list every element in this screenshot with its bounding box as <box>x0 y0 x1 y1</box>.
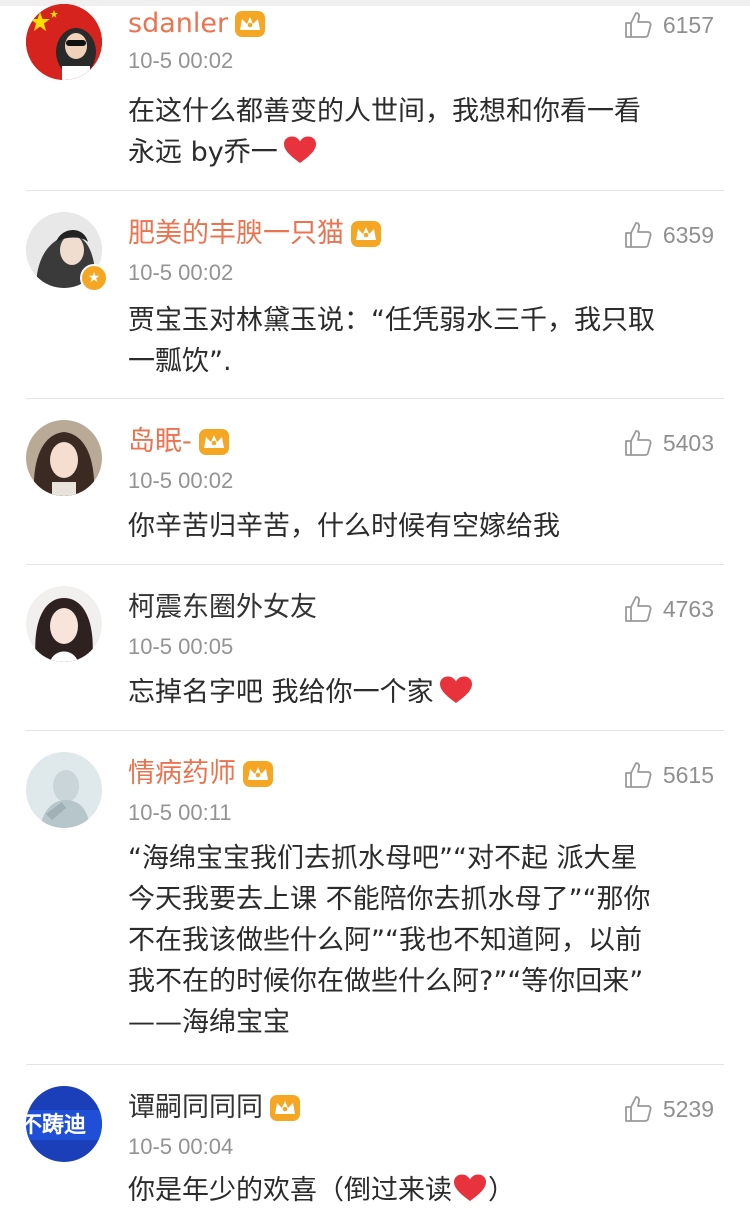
thumbs-up-icon <box>624 12 652 38</box>
comment-line: “海绵宝宝我们去抓水母吧”“对不起 派大星 <box>128 843 638 874</box>
comment-line-end: ） <box>488 1175 515 1206</box>
avatar[interactable] <box>26 4 102 80</box>
thumbs-up-icon <box>624 222 652 248</box>
comment-line: 我不在的时候你在做些什么阿?”“等你回来” <box>128 966 644 997</box>
comment-item: 柯震东圈外女友 10-5 00:05 4763 忘掉名字吧 我给你一个家 <box>0 564 750 730</box>
like-button[interactable]: 6359 <box>623 220 714 250</box>
like-count: 5403 <box>662 429 714 456</box>
vip-crown-icon <box>234 10 266 38</box>
vip-crown-icon <box>269 1094 301 1122</box>
like-button[interactable]: 5239 <box>623 1094 714 1124</box>
username[interactable]: 岛眠- <box>128 424 230 460</box>
comment-line: 忘掉名字吧 我给你一个家 <box>128 677 434 708</box>
comment-text: 贾宝玉对林黛玉说：“任凭弱水三千，我只取 一瓢饮”. <box>128 300 726 382</box>
username-text[interactable]: 情病药师 <box>128 756 236 792</box>
comment-line: 贾宝玉对林黛玉说：“任凭弱水三千，我只取 <box>128 305 655 336</box>
avatar[interactable] <box>26 420 102 496</box>
avatar-text: 不踌迪 <box>26 1113 86 1138</box>
like-count: 5239 <box>662 1095 714 1122</box>
heart-icon <box>452 1173 488 1203</box>
comment-text: “海绵宝宝我们去抓水母吧”“对不起 派大星 今天我要去上课 不能陪你去抓水母了”… <box>128 838 726 1043</box>
avatar[interactable] <box>26 752 102 828</box>
comment-text: 忘掉名字吧 我给你一个家 <box>128 672 726 713</box>
comment-line: 你是年少的欢喜（倒过来读 <box>128 1175 452 1206</box>
comment-time: 10-5 00:02 <box>128 48 234 73</box>
comment-item: 情病药师 10-5 00:11 5615 “海绵宝宝我们去抓水母吧”“对不起 派… <box>0 730 750 1064</box>
username[interactable]: 肥美的丰腴一只猫 <box>128 216 382 252</box>
heart-icon <box>438 675 474 705</box>
comment-line: 你辛苦归辛苦，什么时候有空嫁给我 <box>128 511 560 542</box>
username-text[interactable]: 肥美的丰腴一只猫 <box>128 216 344 252</box>
comment-time: 10-5 00:02 <box>128 260 234 285</box>
like-count: 6359 <box>662 221 714 248</box>
like-count: 6157 <box>662 11 714 38</box>
comment-line: 永远 by乔一 <box>128 137 278 168</box>
heart-icon <box>282 135 318 165</box>
comment-time: 10-5 00:04 <box>128 1134 234 1159</box>
comment-text: 你是年少的欢喜（倒过来读 ） <box>128 1170 726 1211</box>
comment-item: 岛眠- 10-5 00:02 5403 你辛苦归辛苦，什么时候有空嫁给我 <box>0 398 750 564</box>
username-text[interactable]: sdanler <box>128 6 228 42</box>
comment-item: sdanler 10-5 00:02 6157 在这什么都善变的人世间，我想和你… <box>0 0 750 190</box>
like-button[interactable]: 4763 <box>623 594 714 624</box>
comment-text: 你辛苦归辛苦，什么时候有空嫁给我 <box>128 506 726 547</box>
username[interactable]: sdanler <box>128 6 266 42</box>
vip-crown-icon <box>242 760 274 788</box>
comment-item: ★ 肥美的丰腴一只猫 10-5 00:02 6359 贾宝玉对林黛玉说：“任凭弱… <box>0 190 750 398</box>
like-count: 5615 <box>662 761 714 788</box>
comment-line: 一瓢饮”. <box>128 346 232 377</box>
username-text[interactable]: 柯震东圈外女友 <box>128 590 317 626</box>
username[interactable]: 柯震东圈外女友 <box>128 590 317 626</box>
verified-badge-icon: ★ <box>80 264 108 292</box>
like-button[interactable]: 5403 <box>623 428 714 458</box>
like-count: 4763 <box>662 595 714 622</box>
thumbs-up-icon <box>624 596 652 622</box>
comment-time: 10-5 00:05 <box>128 634 234 659</box>
avatar[interactable]: 不踌迪 <box>26 1086 102 1162</box>
comment-line: 不在我该做些什么阿”“我也不知道阿，以前 <box>128 925 642 956</box>
thumbs-up-icon <box>624 762 652 788</box>
comment-item: 不踌迪 谭嗣同同同 10-5 00:04 5239 你是年少的欢喜（倒过来读 ） <box>0 1064 750 1212</box>
thumbs-up-icon <box>624 1096 652 1122</box>
comment-time: 10-5 00:02 <box>128 468 234 493</box>
like-button[interactable]: 6157 <box>623 10 714 40</box>
comment-line: 在这什么都善变的人世间，我想和你看一看 <box>128 96 641 127</box>
like-button[interactable]: 5615 <box>623 760 714 790</box>
username-text[interactable]: 谭嗣同同同 <box>128 1090 263 1126</box>
comment-line: 今天我要去上课 不能陪你去抓水母了”“那你 <box>128 884 651 915</box>
username-text[interactable]: 岛眠- <box>128 424 192 460</box>
vip-crown-icon <box>198 428 230 456</box>
username[interactable]: 谭嗣同同同 <box>128 1090 301 1126</box>
avatar[interactable] <box>26 586 102 662</box>
comment-text: 在这什么都善变的人世间，我想和你看一看 永远 by乔一 <box>128 91 726 173</box>
comment-time: 10-5 00:11 <box>128 800 232 825</box>
username[interactable]: 情病药师 <box>128 756 274 792</box>
comment-line: ——海绵宝宝 <box>128 1007 290 1038</box>
vip-crown-icon <box>350 220 382 248</box>
thumbs-up-icon <box>624 430 652 456</box>
